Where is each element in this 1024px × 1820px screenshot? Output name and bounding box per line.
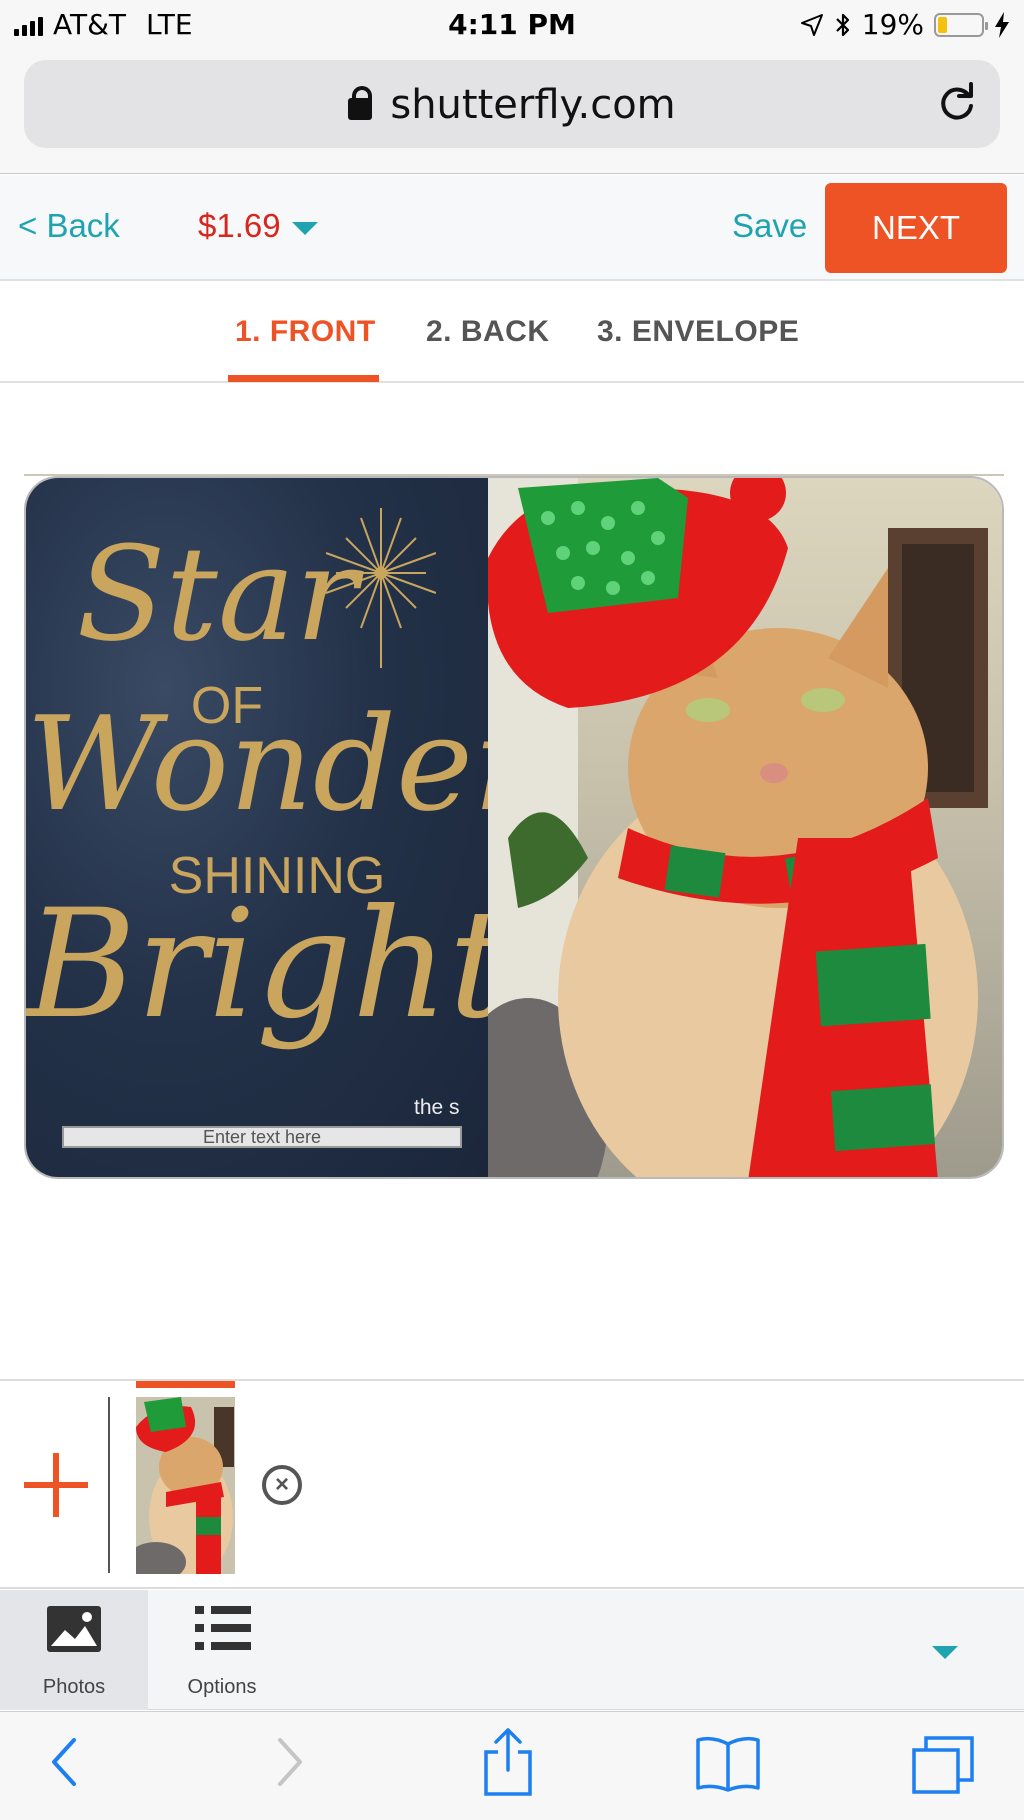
tab-back[interactable]: 2. BACK (426, 315, 550, 349)
forward-arrow-icon[interactable] (272, 1732, 308, 1792)
photo-tray: × (0, 1379, 1024, 1589)
thumbnail-image (136, 1397, 235, 1574)
remove-photo-icon[interactable]: × (262, 1465, 302, 1505)
tab-options[interactable]: Options (148, 1590, 296, 1710)
url-text: shutterfly.com (390, 82, 676, 128)
tab-options-label: Options (187, 1676, 257, 1698)
tab-photos[interactable]: Photos (0, 1590, 148, 1710)
cat-photo-image (448, 478, 988, 1177)
card-text-input[interactable]: Enter text here (62, 1126, 462, 1148)
card-title-wonder: Wonder (26, 688, 536, 840)
active-tab-indicator (228, 375, 379, 382)
browser-chrome: shutterfly.com (0, 50, 1024, 174)
card-title-star: Star (76, 518, 358, 670)
reload-icon[interactable] (936, 82, 978, 124)
browser-toolbar (0, 1711, 1024, 1820)
collapse-panel-icon[interactable] (932, 1646, 958, 1659)
status-bar: AT&T LTE 4:11 PM 19% (0, 0, 1024, 50)
location-arrow-icon (800, 13, 823, 36)
address-bar[interactable]: shutterfly.com (24, 60, 1000, 148)
tabs-icon[interactable] (910, 1734, 976, 1796)
tray-divider (108, 1397, 110, 1573)
lock-icon (348, 86, 373, 120)
back-link[interactable]: < Back (18, 207, 120, 245)
tab-front[interactable]: 1. FRONT (235, 315, 376, 349)
next-button[interactable]: NEXT (825, 183, 1007, 273)
charging-bolt-icon (995, 11, 1009, 38)
card-preview[interactable]: Star OF Wonder SHINING Bright the s Ente… (24, 476, 1004, 1179)
save-button[interactable]: Save (732, 207, 807, 245)
card-photo[interactable] (448, 478, 1002, 1177)
chevron-down-icon[interactable] (292, 222, 318, 235)
add-photo-icon[interactable] (24, 1453, 88, 1517)
design-canvas: Star OF Wonder SHINING Bright the s Ente… (0, 384, 1024, 1379)
photos-icon (47, 1606, 101, 1652)
price-dropdown[interactable]: $1.69 (198, 207, 281, 245)
selected-thumbnail-indicator (136, 1381, 235, 1388)
tab-envelope[interactable]: 3. ENVELOPE (597, 315, 799, 349)
card-partial-text: the s (414, 1096, 460, 1119)
card-text-panel[interactable]: Star OF Wonder SHINING Bright the s Ente… (26, 478, 536, 1177)
share-icon[interactable] (480, 1726, 536, 1798)
editor-header: < Back $1.69 Save NEXT (0, 175, 1024, 281)
tab-photos-label: Photos (42, 1676, 106, 1698)
bluetooth-icon (835, 13, 849, 36)
battery-percent: 19% (861, 8, 924, 41)
bookmarks-icon[interactable] (694, 1734, 762, 1792)
step-tabs: 1. FRONT 2. BACK 3. ENVELOPE (0, 283, 1024, 383)
card-title-bright: Bright (26, 878, 509, 1052)
back-arrow-icon[interactable] (46, 1732, 82, 1792)
list-icon (195, 1606, 251, 1650)
photo-thumbnail[interactable] (136, 1397, 235, 1574)
battery-icon (934, 12, 988, 37)
tool-tabs: Photos Options (0, 1590, 1024, 1710)
